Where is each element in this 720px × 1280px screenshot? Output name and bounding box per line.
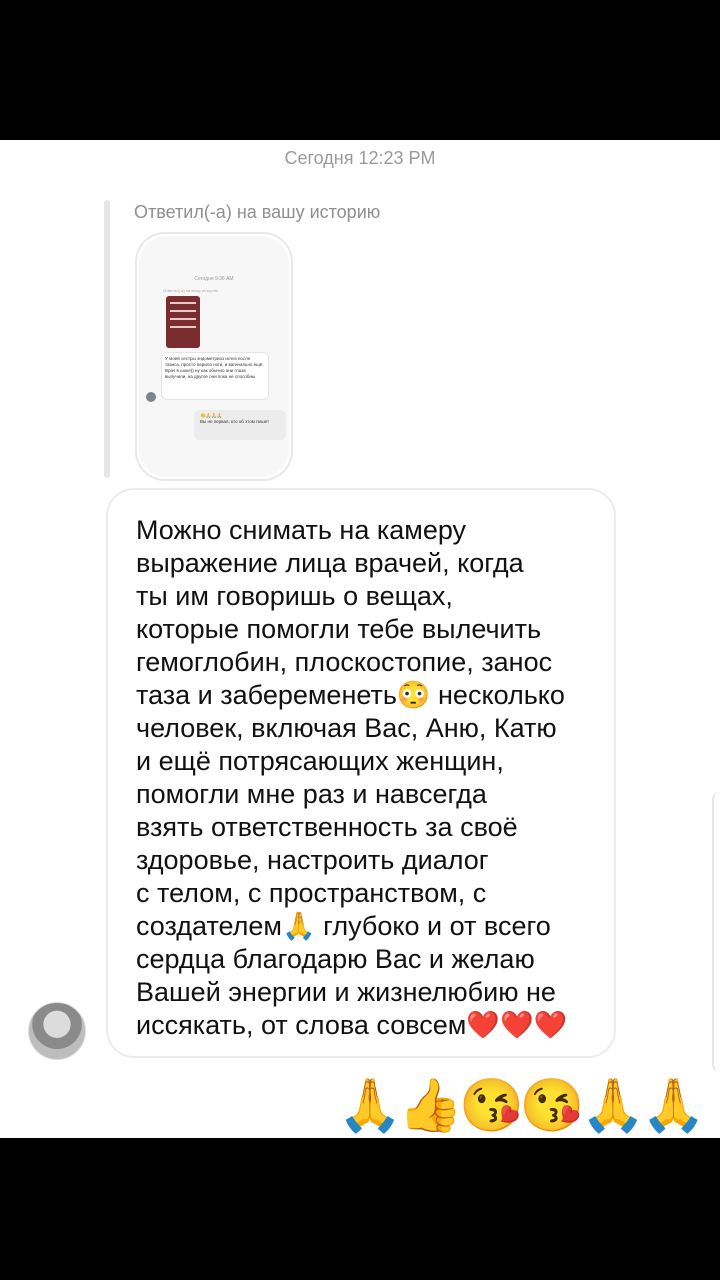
story-preview-timestamp: Сегодня 9:36 AM — [194, 276, 234, 282]
story-reply-indicator — [104, 200, 110, 478]
story-preview-reply-emoji: 👏🙏🙏🙏 — [200, 413, 223, 418]
message-text: Можно снимать на камеру выражение лица в… — [136, 515, 568, 1040]
chat-thread[interactable]: Сегодня 12:23 PM Ответил(-а) на вашу ист… — [0, 140, 720, 1138]
story-preview-image — [166, 296, 200, 348]
story-preview-reply-label: Ответил(-а) на вашу историю — [163, 288, 218, 293]
story-preview-message: У моей сестры эндометриоз исчез после та… — [161, 352, 269, 400]
top-black-bar — [0, 0, 720, 140]
scroll-indicator[interactable] — [712, 792, 720, 1072]
message-timestamp: Сегодня 12:23 PM — [284, 148, 436, 168]
story-preview-content: Сегодня 9:36 AM Ответил(-а) на вашу исто… — [139, 236, 289, 477]
bottom-black-bar — [0, 1138, 720, 1280]
user-avatar-icon[interactable] — [28, 1002, 86, 1060]
story-reply-label: Ответил(-а) на вашу историю — [134, 202, 381, 222]
message-bubble[interactable]: Можно снимать на камеру выражение лица в… — [106, 488, 616, 1058]
story-preview-reply-text: Вы не первая, кто об этом пишет — [200, 418, 270, 424]
story-preview-reply: 👏🙏🙏🙏 Вы не первая, кто об этом пишет — [194, 410, 286, 440]
story-preview-thumbnail[interactable]: Сегодня 9:36 AM Ответил(-а) на вашу исто… — [135, 232, 293, 481]
story-preview-avatar — [146, 392, 156, 402]
reaction-emojis: 🙏👍😘😘🙏🙏 — [337, 1077, 706, 1135]
